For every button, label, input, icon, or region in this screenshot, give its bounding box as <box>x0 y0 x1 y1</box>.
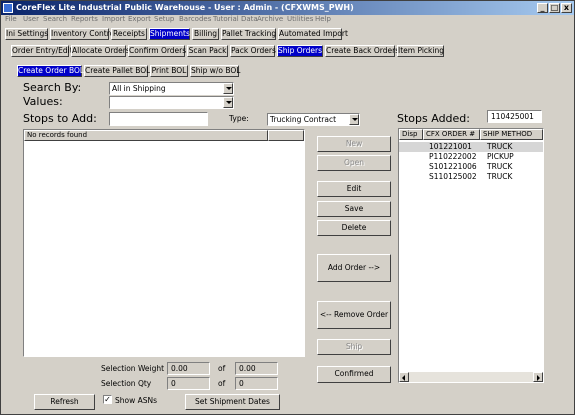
selection-weight-total: 0.00 <box>235 362 278 375</box>
scroll-right-icon[interactable] <box>533 372 543 382</box>
horizontal-scrollbar[interactable] <box>399 372 543 382</box>
refresh-button[interactable]: Refresh <box>34 394 95 410</box>
add-order-button[interactable]: Add Order --> <box>317 254 391 282</box>
chevron-down-icon[interactable] <box>349 114 359 125</box>
menu-reports[interactable]: Reports <box>71 15 98 23</box>
open-button[interactable]: Open <box>317 155 391 171</box>
tab-automated-import[interactable]: Automated Import <box>278 28 348 40</box>
tab-ship-orders[interactable]: Ship Orders <box>277 45 323 57</box>
stops-to-add-label: Stops to Add: <box>23 112 97 125</box>
tab-ini-settings[interactable]: Ini Settings <box>5 28 48 40</box>
window-title: CoreFlex Lite Industrial Public Warehous… <box>16 3 354 12</box>
table-row[interactable]: P110222002 PICKUP <box>399 152 543 162</box>
menu-user[interactable]: User <box>23 15 39 23</box>
tab-inventory-control[interactable]: Inventory Control <box>50 28 116 40</box>
menu-tutorial-data[interactable]: Tutorial Data <box>213 15 258 23</box>
row-method: TRUCK <box>487 172 513 181</box>
edit-button[interactable]: Edit <box>317 181 391 197</box>
close-button[interactable]: x <box>561 3 572 13</box>
tab-shipments[interactable]: Shipments <box>149 28 190 40</box>
menu-import[interactable]: Import <box>102 15 125 23</box>
menu-setup[interactable]: Setup <box>154 15 174 23</box>
column-cfx-order[interactable]: CFX ORDER # <box>423 129 480 140</box>
menu-export[interactable]: Export <box>128 15 151 23</box>
row-order: S110125002 <box>429 172 477 181</box>
tab-scan-pack[interactable]: Scan Pack <box>187 45 228 57</box>
maximize-button[interactable]: □ <box>549 3 560 13</box>
selection-weight-of: of <box>218 364 226 373</box>
row-order: P110222002 <box>429 152 477 161</box>
tab-ship-wo-bol[interactable]: Ship w/o BOL <box>190 65 240 77</box>
menu-file[interactable]: File <box>5 15 17 23</box>
stops-to-add-grid[interactable]: No records found <box>23 129 305 357</box>
row-method: TRUCK <box>487 162 513 171</box>
column-disp[interactable]: Disp <box>399 129 423 140</box>
tab-confirm-orders[interactable]: Confirm Orders <box>128 45 186 57</box>
values-dropdown[interactable] <box>109 96 234 109</box>
values-label: Values: <box>23 95 63 108</box>
menu-archive[interactable]: Archive <box>257 15 283 23</box>
row-method: PICKUP <box>487 152 514 161</box>
app-icon <box>3 3 13 13</box>
menu-barcodes[interactable]: Barcodes <box>179 15 211 23</box>
menu-bar: File User Search Reports Import Export S… <box>1 15 574 26</box>
row-order: 101221001 <box>429 142 472 151</box>
remove-order-button[interactable]: <-- Remove Order <box>317 301 391 329</box>
menu-utilities[interactable]: Utilities <box>287 15 313 23</box>
show-asns-label: Show ASNs <box>115 396 158 405</box>
main-window: CoreFlex Lite Industrial Public Warehous… <box>0 0 575 415</box>
type-label: Type: <box>229 114 249 123</box>
tab-billing[interactable]: Billing <box>192 28 219 40</box>
search-by-value: All in Shipping <box>112 84 166 93</box>
chevron-down-icon[interactable] <box>223 83 233 94</box>
tab-print-bol[interactable]: Print BOL <box>150 65 188 77</box>
search-by-label: Search By: <box>23 81 82 94</box>
table-row[interactable]: S110125002 TRUCK <box>399 172 543 182</box>
chevron-down-icon[interactable] <box>223 97 233 108</box>
stops-to-add-input[interactable] <box>109 112 208 126</box>
tab-create-order-bol[interactable]: Create Order BOL <box>17 65 84 77</box>
grid-header-message: No records found <box>24 130 268 141</box>
tab-order-entry-edit[interactable]: Order Entry/Edit <box>11 45 73 57</box>
table-row[interactable]: 101221001 TRUCK <box>399 142 543 152</box>
menu-help[interactable]: Help <box>315 15 331 23</box>
delete-button[interactable]: Delete <box>317 220 391 236</box>
tab-pack-orders[interactable]: Pack Orders <box>230 45 276 57</box>
scroll-left-icon[interactable] <box>399 372 409 382</box>
stops-added-grid[interactable]: Disp CFX ORDER # SHIP METHOD 101221001 T… <box>398 128 544 383</box>
tab-allocate-orders[interactable]: Allocate Orders <box>71 45 130 57</box>
new-button[interactable]: New <box>317 136 391 152</box>
minimize-button[interactable]: _ <box>537 3 548 13</box>
save-button[interactable]: Save <box>317 201 391 217</box>
tab-pallet-tracking[interactable]: Pallet Tracking <box>221 28 276 40</box>
stops-added-id: 110425001 <box>487 110 542 123</box>
selection-qty-total: 0 <box>235 377 278 390</box>
column-ship-method[interactable]: SHIP METHOD <box>480 129 543 140</box>
grid-header-blank <box>268 130 304 141</box>
row-method: TRUCK <box>487 142 513 151</box>
confirmed-button[interactable]: Confirmed <box>317 366 391 383</box>
type-value: Trucking Contract <box>270 115 337 124</box>
set-shipment-dates-button[interactable]: Set Shipment Dates <box>185 394 280 410</box>
ship-button[interactable]: Ship <box>317 339 391 355</box>
tab-create-pallet-bol[interactable]: Create Pallet BOL <box>84 65 150 77</box>
menu-search[interactable]: Search <box>43 15 67 23</box>
row-order: S101221006 <box>429 162 477 171</box>
selection-qty-of: of <box>218 379 226 388</box>
search-by-dropdown[interactable]: All in Shipping <box>109 82 234 95</box>
type-dropdown[interactable]: Trucking Contract <box>267 113 360 126</box>
table-row[interactable]: S101221006 TRUCK <box>399 162 543 172</box>
tab-create-back-orders[interactable]: Create Back Orders <box>325 45 399 57</box>
stops-added-label: Stops Added: <box>397 112 470 125</box>
show-asns-checkbox[interactable]: ✓ <box>103 395 112 404</box>
tab-item-picking[interactable]: Item Picking <box>397 45 444 57</box>
selection-qty-value: 0 <box>167 377 210 390</box>
selection-weight-value: 0.00 <box>167 362 210 375</box>
title-bar: CoreFlex Lite Industrial Public Warehous… <box>1 1 574 15</box>
tab-receipts[interactable]: Receipts <box>111 28 147 40</box>
selection-weight-label: Selection Weight <box>101 364 165 373</box>
selection-qty-label: Selection Qty <box>101 379 152 388</box>
